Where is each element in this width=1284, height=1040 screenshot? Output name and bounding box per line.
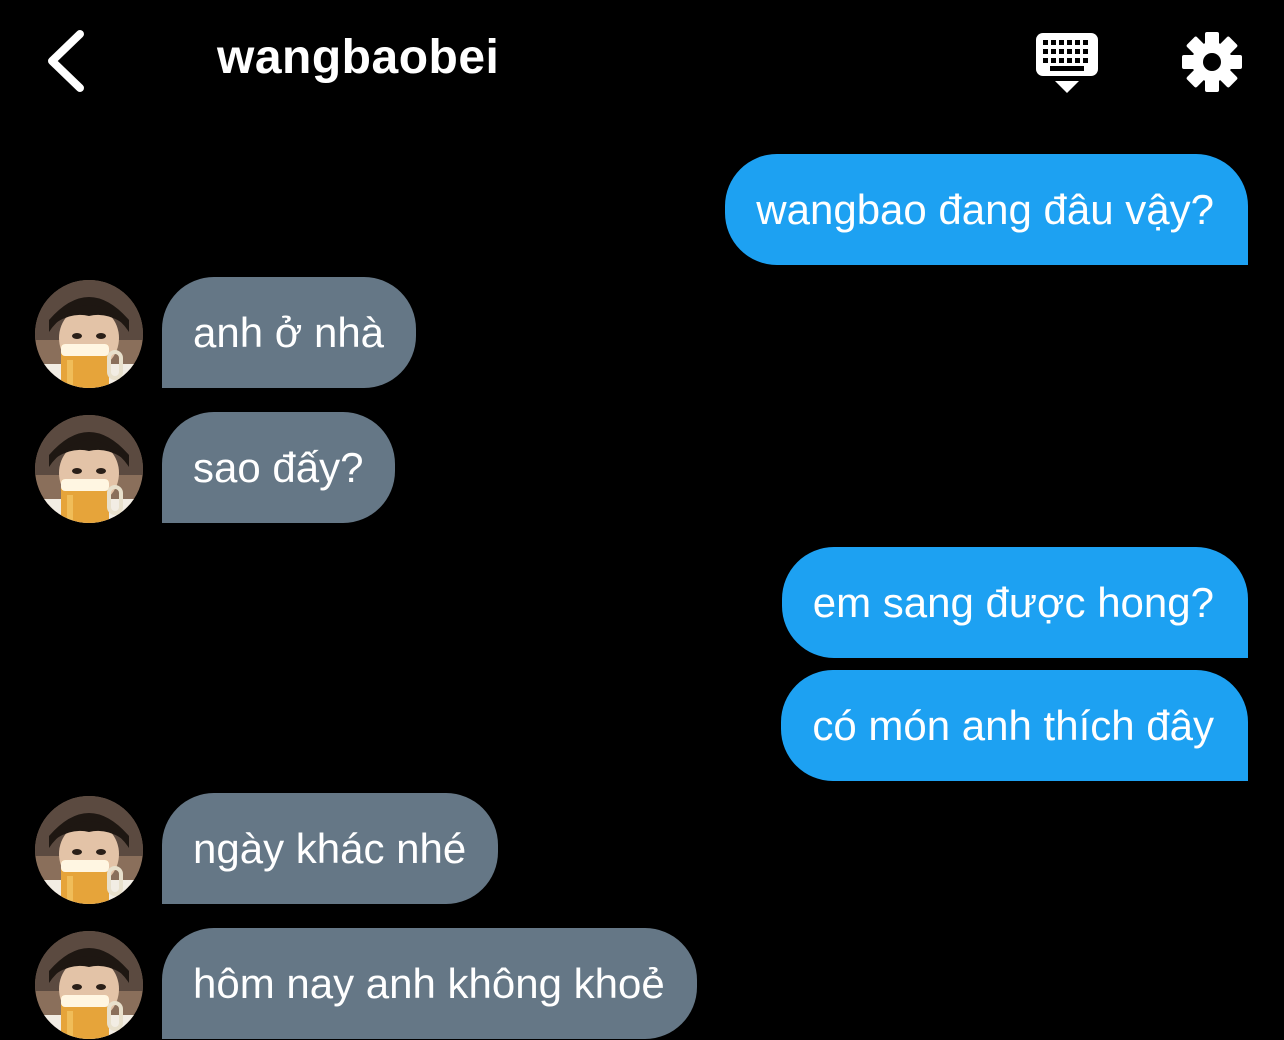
message-row-received: ngày khác nhé: [0, 793, 1284, 905]
avatar-image: [35, 280, 143, 388]
avatar[interactable]: [35, 415, 143, 523]
chat-header: wangbaobei: [0, 0, 1284, 124]
avatar-image: [35, 931, 143, 1039]
avatar-image: [35, 415, 143, 523]
message-row-received: anh ở nhà: [0, 277, 1284, 389]
received-message-bubble[interactable]: sao đấy?: [162, 412, 396, 523]
avatar-image: [35, 796, 143, 904]
chat-title: wangbaobei: [217, 31, 500, 84]
received-message-bubble[interactable]: ngày khác nhé: [162, 793, 499, 904]
keyboard-icon: [1036, 33, 1098, 93]
avatar[interactable]: [35, 796, 143, 904]
avatar[interactable]: [35, 280, 143, 388]
back-button[interactable]: [38, 28, 98, 94]
keyboard-button[interactable]: [1032, 30, 1104, 98]
received-message-bubble[interactable]: hôm nay anh không khoẻ: [162, 928, 697, 1039]
message-row-sent: wangbao đang đâu vậy?: [0, 154, 1284, 266]
message-row-sent: có món anh thích đây: [0, 670, 1284, 782]
message-row-received: hôm nay anh không khoẻ: [0, 928, 1284, 1040]
sent-message-bubble[interactable]: wangbao đang đâu vậy?: [725, 154, 1248, 265]
chevron-left-icon: [48, 30, 84, 92]
sent-message-bubble[interactable]: em sang được hong?: [781, 547, 1248, 658]
message-row-sent: em sang được hong?: [0, 547, 1284, 659]
sent-message-bubble[interactable]: có món anh thích đây: [781, 670, 1248, 781]
message-row-received: sao đấy?: [0, 412, 1284, 524]
settings-button[interactable]: [1178, 30, 1246, 94]
avatar[interactable]: [35, 931, 143, 1039]
gear-icon: [1182, 32, 1242, 92]
received-message-bubble[interactable]: anh ở nhà: [162, 277, 417, 388]
